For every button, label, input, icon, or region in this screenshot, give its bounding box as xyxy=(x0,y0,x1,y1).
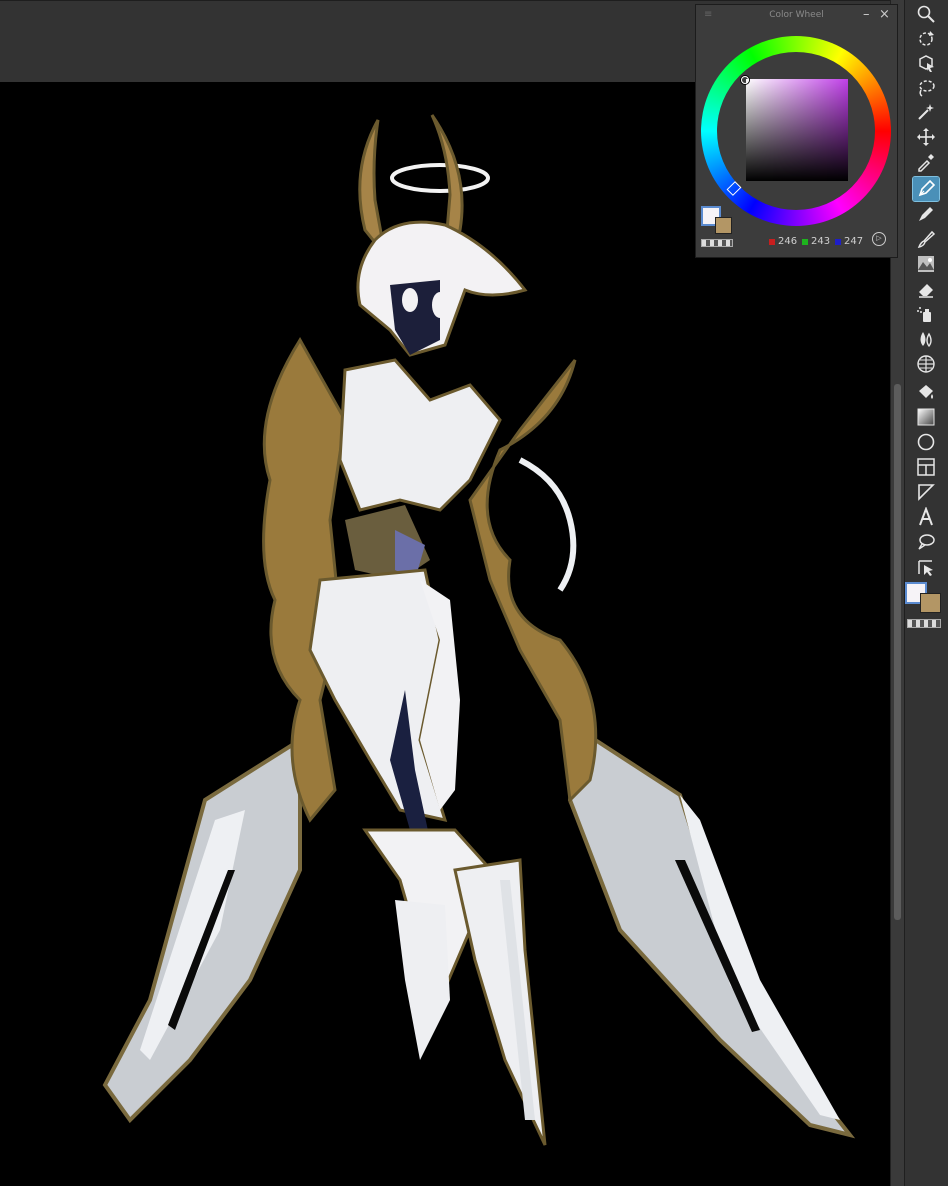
fill-tool-icon[interactable] xyxy=(913,380,939,404)
marker-tool-icon[interactable] xyxy=(913,202,939,226)
ellipse-tool-icon[interactable] xyxy=(913,430,939,454)
panel-transparent-color-swatch[interactable] xyxy=(701,239,733,247)
blend-tool-icon[interactable] xyxy=(913,327,939,351)
ruler-tool-icon[interactable] xyxy=(913,480,939,504)
color-wheel-panel: ≡ Color Wheel – × 246 243 247 ▷ xyxy=(695,4,898,258)
eyedropper-tool-icon[interactable] xyxy=(913,150,939,174)
red-value[interactable]: 246 xyxy=(769,236,797,247)
saturation-value-square[interactable] xyxy=(746,79,848,181)
object-tool-icon[interactable] xyxy=(913,51,939,75)
panel-sub-color-swatch[interactable] xyxy=(715,217,732,234)
minimize-button[interactable]: – xyxy=(863,7,870,22)
gradient-tool-icon[interactable] xyxy=(913,405,939,429)
text-tool-icon[interactable] xyxy=(913,505,939,529)
correct-line-tool-icon[interactable] xyxy=(913,555,939,579)
airbrush-tool-icon[interactable] xyxy=(913,302,939,326)
rotate-tool-icon[interactable] xyxy=(913,27,939,51)
decoration-tool-icon[interactable] xyxy=(913,252,939,276)
blue-value[interactable]: 247 xyxy=(835,236,863,247)
zoom-tool-icon[interactable] xyxy=(913,2,939,26)
close-button[interactable]: × xyxy=(879,7,890,22)
auto-select-tool-icon[interactable] xyxy=(913,100,939,124)
sub-color-swatch[interactable] xyxy=(920,593,941,613)
play-icon[interactable]: ▷ xyxy=(872,232,886,246)
eraser-tool-icon[interactable] xyxy=(913,277,939,301)
scrollbar-thumb[interactable] xyxy=(894,384,901,920)
figure-frame-tool-icon[interactable] xyxy=(913,352,939,376)
lasso-tool-icon[interactable] xyxy=(913,76,939,100)
pen-tool-icon[interactable] xyxy=(912,176,940,202)
move-tool-icon[interactable] xyxy=(913,125,939,149)
brush-tool-icon[interactable] xyxy=(913,227,939,251)
saturation-value-cursor[interactable] xyxy=(741,76,749,84)
transparent-color-swatch[interactable] xyxy=(907,619,941,628)
frame-border-tool-icon[interactable] xyxy=(913,455,939,479)
balloon-tool-icon[interactable] xyxy=(913,530,939,554)
green-value[interactable]: 243 xyxy=(802,236,830,247)
